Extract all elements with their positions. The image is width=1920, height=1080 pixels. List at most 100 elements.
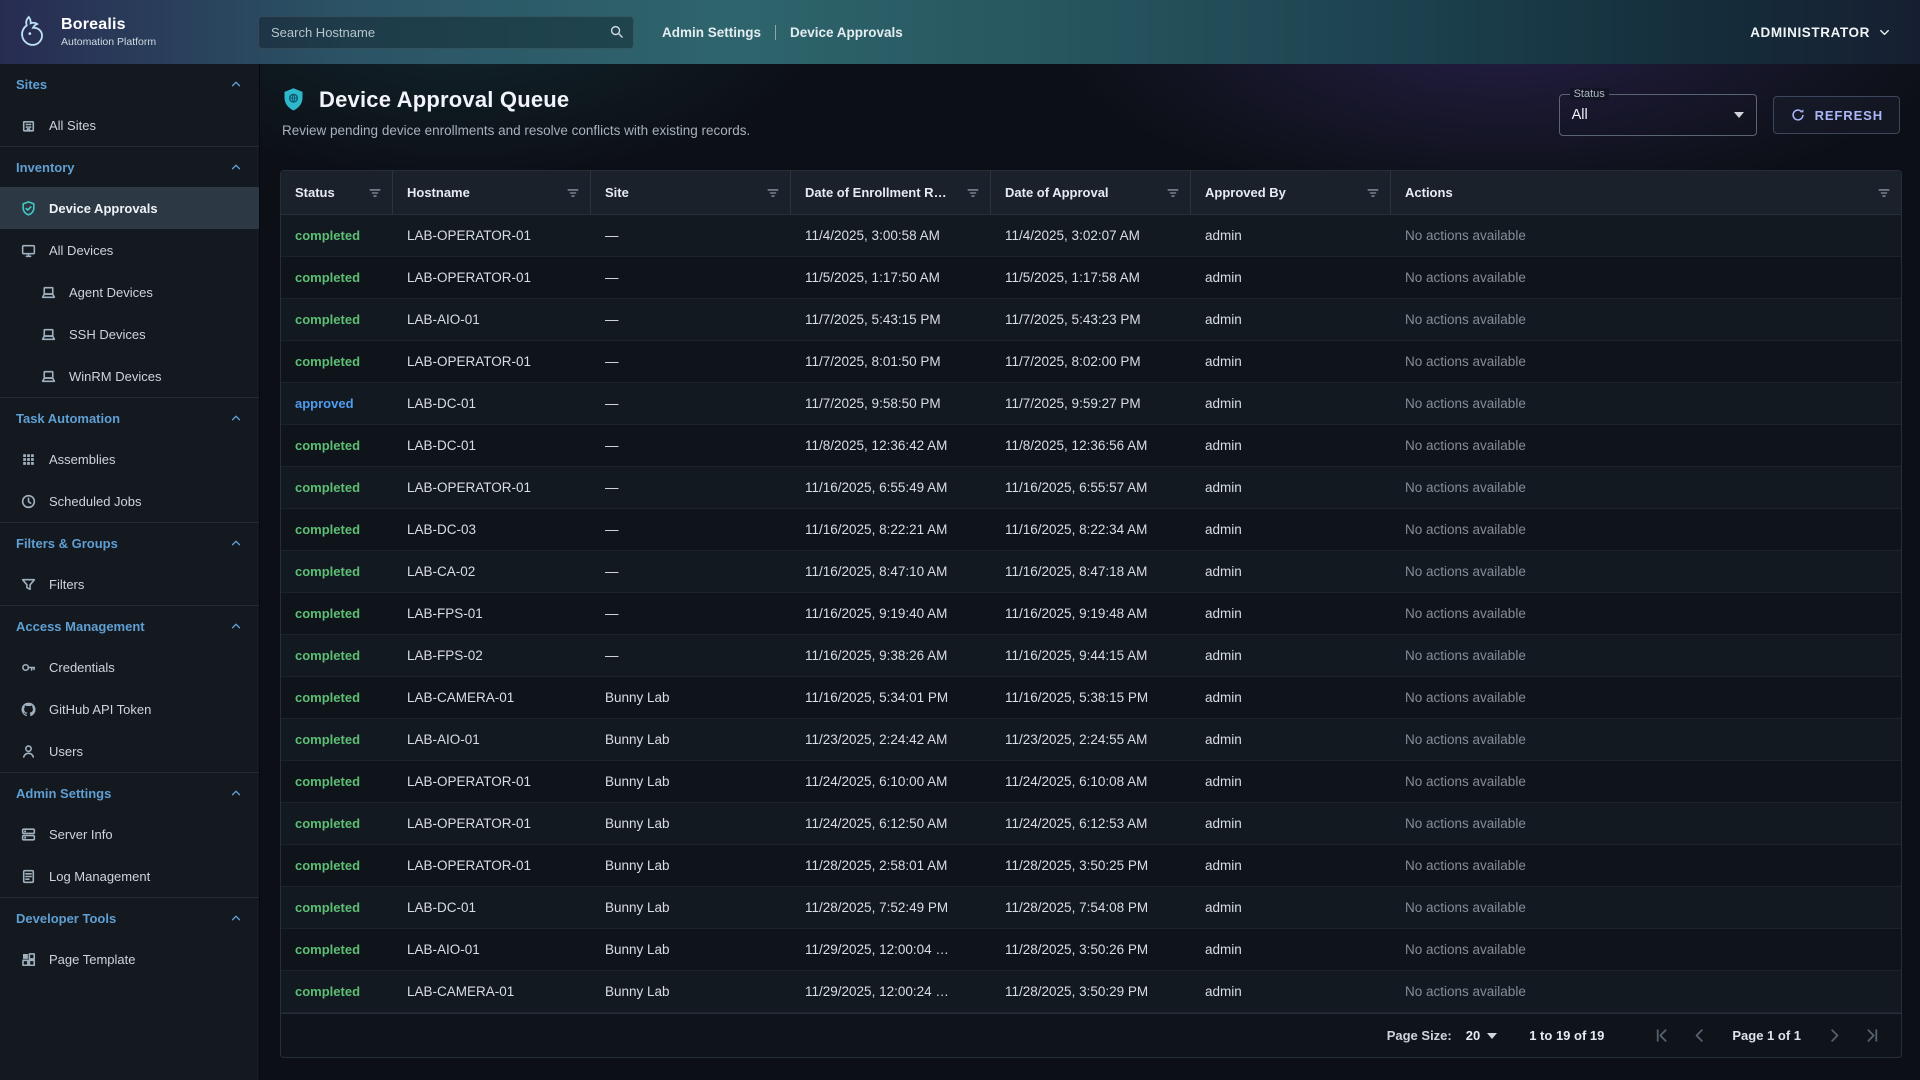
hostname-cell: LAB-CA-02 — [393, 551, 591, 592]
column-header-approved-by[interactable]: Approved By — [1191, 171, 1391, 214]
actions-cell: No actions available — [1391, 341, 1901, 382]
section-label: Inventory — [16, 160, 229, 175]
sidebar-section-header-task-automation[interactable]: Task Automation — [0, 398, 259, 438]
sidebar-item-all-devices[interactable]: All Devices — [0, 229, 259, 271]
refresh-label: REFRESH — [1815, 108, 1883, 123]
table-row[interactable]: completedLAB-CA-02—11/16/2025, 8:47:10 A… — [281, 551, 1901, 593]
table-row[interactable]: completedLAB-OPERATOR-01Bunny Lab11/24/2… — [281, 761, 1901, 803]
approved-by-cell: admin — [1191, 341, 1391, 382]
nav-divider — [775, 25, 776, 40]
user-menu-button[interactable]: ADMINISTRATOR — [1744, 24, 1898, 41]
table-row[interactable]: completedLAB-AIO-01Bunny Lab11/29/2025, … — [281, 929, 1901, 971]
approval-cell: 11/28/2025, 3:50:26 PM — [991, 929, 1191, 970]
refresh-button[interactable]: REFRESH — [1773, 96, 1900, 134]
column-header-label: Actions — [1405, 185, 1869, 200]
table-body: completedLAB-OPERATOR-01—11/4/2025, 3:00… — [281, 215, 1901, 1013]
table-row[interactable]: completedLAB-OPERATOR-01—11/5/2025, 1:17… — [281, 257, 1901, 299]
sidebar-item-ssh-devices[interactable]: SSH Devices — [0, 313, 259, 355]
table-row[interactable]: completedLAB-OPERATOR-01—11/7/2025, 8:01… — [281, 341, 1901, 383]
laptop-icon — [40, 326, 57, 343]
actions-cell: No actions available — [1391, 467, 1901, 508]
site-cell: — — [591, 383, 791, 424]
sidebar-section-header-developer-tools[interactable]: Developer Tools — [0, 898, 259, 938]
sidebar-item-device-approvals[interactable]: Device Approvals — [0, 187, 259, 229]
table-row[interactable]: completedLAB-OPERATOR-01Bunny Lab11/28/2… — [281, 845, 1901, 887]
enrollment-cell: 11/16/2025, 9:19:40 AM — [791, 593, 991, 634]
table-row[interactable]: completedLAB-DC-01Bunny Lab11/28/2025, 7… — [281, 887, 1901, 929]
approved-by-cell: admin — [1191, 761, 1391, 802]
approval-cell: 11/16/2025, 5:38:15 PM — [991, 677, 1191, 718]
site-cell: — — [591, 509, 791, 550]
page-size-select[interactable]: 20 — [1460, 1024, 1503, 1047]
sidebar-section-header-admin-settings[interactable]: Admin Settings — [0, 773, 259, 813]
actions-cell: No actions available — [1391, 677, 1901, 718]
table-row[interactable]: completedLAB-CAMERA-01Bunny Lab11/16/202… — [281, 677, 1901, 719]
table-row[interactable]: completedLAB-OPERATOR-01—11/16/2025, 6:5… — [281, 467, 1901, 509]
enrollment-cell: 11/29/2025, 12:00:24 … — [791, 971, 991, 1012]
column-header-site[interactable]: Site — [591, 171, 791, 214]
search-input[interactable] — [258, 16, 634, 49]
table-row[interactable]: completedLAB-DC-01—11/8/2025, 12:36:42 A… — [281, 425, 1901, 467]
first-page-button[interactable] — [1646, 1021, 1676, 1051]
sidebar-item-agent-devices[interactable]: Agent Devices — [0, 271, 259, 313]
chevron-up-icon — [229, 619, 243, 633]
table-row[interactable]: completedLAB-FPS-02—11/16/2025, 9:38:26 … — [281, 635, 1901, 677]
actions-cell: No actions available — [1391, 929, 1901, 970]
prev-page-button[interactable] — [1684, 1021, 1714, 1051]
monitor-icon — [20, 242, 37, 259]
last-page-button[interactable] — [1857, 1021, 1887, 1051]
sidebar-section-header-inventory[interactable]: Inventory — [0, 147, 259, 187]
next-page-button[interactable] — [1819, 1021, 1849, 1051]
column-header-status[interactable]: Status — [281, 171, 393, 214]
page-title: Device Approval Queue — [319, 87, 569, 113]
sidebar-item-github-api-token[interactable]: GitHub API Token — [0, 688, 259, 730]
table-row[interactable]: completedLAB-OPERATOR-01Bunny Lab11/24/2… — [281, 803, 1901, 845]
sidebar-item-credentials[interactable]: Credentials — [0, 646, 259, 688]
sidebar-item-server-info[interactable]: Server Info — [0, 813, 259, 855]
table-row[interactable]: completedLAB-AIO-01—11/7/2025, 5:43:15 P… — [281, 299, 1901, 341]
sidebar-item-users[interactable]: Users — [0, 730, 259, 772]
table-row[interactable]: completedLAB-AIO-01Bunny Lab11/23/2025, … — [281, 719, 1901, 761]
brand: Borealis Automation Platform — [0, 13, 250, 51]
sidebar-item-all-sites[interactable]: All Sites — [0, 104, 259, 146]
column-header-date-of-approval[interactable]: Date of Approval — [991, 171, 1191, 214]
approved-by-cell: admin — [1191, 635, 1391, 676]
sidebar-item-page-template[interactable]: Page Template — [0, 938, 259, 980]
enrollment-cell: 11/7/2025, 8:01:50 PM — [791, 341, 991, 382]
column-header-actions[interactable]: Actions — [1391, 171, 1901, 214]
chevron-up-icon — [229, 911, 243, 925]
actions-cell: No actions available — [1391, 509, 1901, 550]
column-header-date-of-enrollment-r[interactable]: Date of Enrollment R… — [791, 171, 991, 214]
hostname-cell: LAB-AIO-01 — [393, 929, 591, 970]
actions-cell: No actions available — [1391, 383, 1901, 424]
column-header-hostname[interactable]: Hostname — [393, 171, 591, 214]
nav-device-approvals[interactable]: Device Approvals — [790, 25, 903, 40]
status-cell: completed — [281, 803, 393, 844]
sidebar-section-admin-settings: Admin SettingsServer InfoLog Management — [0, 772, 259, 897]
sidebar-section-header-sites[interactable]: Sites — [0, 64, 259, 104]
sidebar-item-assemblies[interactable]: Assemblies — [0, 438, 259, 480]
status-filter-select[interactable]: Status All — [1559, 94, 1757, 136]
shield-icon — [280, 86, 307, 113]
sidebar-item-winrm-devices[interactable]: WinRM Devices — [0, 355, 259, 397]
laptop-icon — [40, 368, 57, 385]
sidebar-section-header-access-management[interactable]: Access Management — [0, 606, 259, 646]
sidebar-item-filters[interactable]: Filters — [0, 563, 259, 605]
table-row[interactable]: approvedLAB-DC-01—11/7/2025, 9:58:50 PM1… — [281, 383, 1901, 425]
sidebar-item-log-management[interactable]: Log Management — [0, 855, 259, 897]
status-cell: completed — [281, 215, 393, 256]
site-cell: — — [591, 467, 791, 508]
nav-admin-settings[interactable]: Admin Settings — [662, 25, 761, 40]
table-row[interactable]: completedLAB-FPS-01—11/16/2025, 9:19:40 … — [281, 593, 1901, 635]
hostname-cell: LAB-OPERATOR-01 — [393, 803, 591, 844]
table-row[interactable]: completedLAB-CAMERA-01Bunny Lab11/29/202… — [281, 971, 1901, 1013]
hostname-cell: LAB-AIO-01 — [393, 299, 591, 340]
sidebar-item-label: Device Approvals — [49, 201, 158, 216]
table-row[interactable]: completedLAB-OPERATOR-01—11/4/2025, 3:00… — [281, 215, 1901, 257]
sidebar-section-header-filters-groups[interactable]: Filters & Groups — [0, 523, 259, 563]
table-row[interactable]: completedLAB-DC-03—11/16/2025, 8:22:21 A… — [281, 509, 1901, 551]
main-content: Device Approval Queue Review pending dev… — [260, 64, 1920, 1080]
sidebar-item-scheduled-jobs[interactable]: Scheduled Jobs — [0, 480, 259, 522]
approved-by-cell: admin — [1191, 803, 1391, 844]
column-header-label: Approved By — [1205, 185, 1358, 200]
